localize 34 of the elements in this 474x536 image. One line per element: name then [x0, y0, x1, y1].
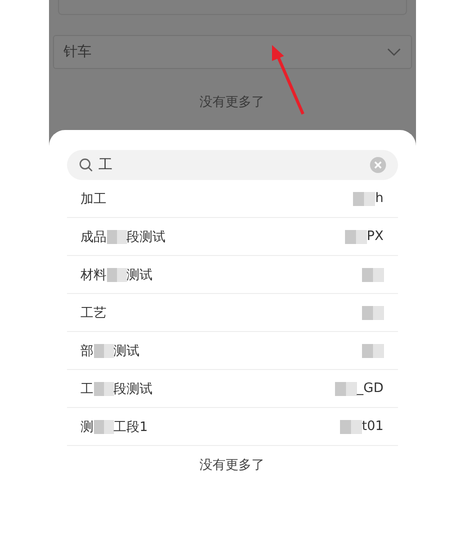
list-end-text: 没有更多了 — [198, 457, 266, 474]
code-text: _GD — [356, 381, 384, 396]
redaction-block — [94, 382, 114, 396]
result-item[interactable]: 材料 测试 — [66, 256, 398, 294]
clear-icon[interactable] — [370, 157, 386, 173]
result-item[interactable]: 加工 h — [66, 180, 398, 218]
label-text: 工 — [80, 380, 94, 398]
label-text: 测试 — [126, 266, 152, 284]
label-text: 测 — [80, 418, 94, 436]
label-text: 材料 — [80, 266, 106, 284]
label-text: 工艺 — [80, 304, 106, 322]
redaction-block — [94, 344, 114, 358]
label-text: 部 — [80, 342, 94, 360]
label-text: 段测试 — [126, 228, 166, 246]
result-item[interactable]: 测 工段1 t01 — [66, 408, 398, 446]
label-text: 测试 — [114, 342, 140, 360]
result-item[interactable]: 部 测试 — [66, 332, 398, 370]
label-text: 成品 — [80, 228, 106, 246]
code-text: t01 — [362, 419, 384, 434]
code-text: PX — [366, 229, 384, 244]
result-item[interactable]: 成品 段测试 PX — [66, 218, 398, 256]
result-item[interactable]: 工 段测试 _GD — [66, 370, 398, 408]
list-end-text: 没有更多了 — [200, 94, 264, 111]
code-text: h — [375, 191, 384, 206]
search-field[interactable]: 工 — [66, 150, 398, 180]
redaction-block — [94, 420, 114, 434]
result-item[interactable]: 工艺 — [66, 294, 398, 332]
label-text: 加工 — [80, 190, 106, 208]
label-text: 段测试 — [114, 380, 152, 398]
search-icon — [78, 158, 92, 172]
redaction-block — [106, 268, 126, 282]
redaction-block — [106, 230, 126, 244]
label-text: 工段1 — [114, 418, 148, 436]
chevron-down-icon — [386, 48, 400, 56]
